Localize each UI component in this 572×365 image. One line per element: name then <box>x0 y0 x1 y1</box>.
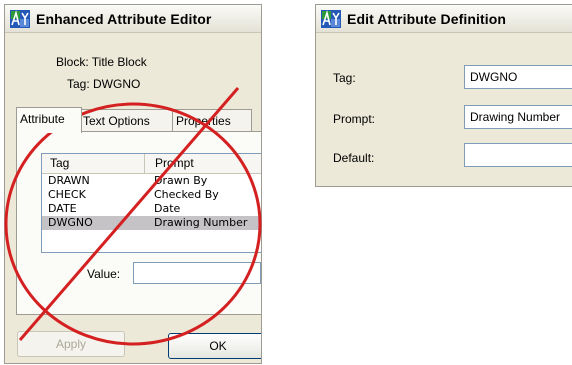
dialog-title: Enhanced Attribute Editor <box>36 10 212 27</box>
title-bar[interactable]: Edit Attribute Definition <box>316 5 572 33</box>
dialog-title: Edit Attribute Definition <box>347 10 507 27</box>
value-label: Value: <box>87 267 121 281</box>
row-tag: DRAWN <box>48 174 90 187</box>
tab-properties[interactable]: Properties <box>172 109 252 132</box>
title-bar[interactable]: Enhanced Attribute Editor <box>5 5 261 33</box>
value-input[interactable] <box>133 262 261 284</box>
edit-attribute-definition-dialog: Edit Attribute Definition Tag: DWGNO Pro… <box>315 4 572 187</box>
attribute-definition-icon <box>321 9 341 28</box>
attribute-list[interactable]: Tag Prompt DRAWN Drawn By CHECK Checked … <box>41 153 261 253</box>
list-item-selected[interactable]: DWGNO Drawing Number <box>42 216 261 230</box>
tab-attribute-label: Attribute <box>20 112 65 126</box>
prompt-label: Prompt: <box>333 112 376 126</box>
tab-text-options-label: Text Options <box>83 114 150 128</box>
list-item[interactable]: CHECK Checked By <box>42 188 261 202</box>
row-tag: DWGNO <box>48 216 93 229</box>
default-label: Default: <box>333 151 375 165</box>
column-header-prompt[interactable]: Prompt <box>145 154 194 173</box>
apply-button[interactable]: Apply <box>17 331 125 357</box>
row-prompt: Drawing Number <box>154 216 248 229</box>
attribute-editor-icon <box>10 9 30 28</box>
tag-field[interactable]: DWGNO <box>464 65 572 89</box>
default-field[interactable] <box>464 143 572 167</box>
tag-name-label: Tag: DWGNO <box>67 77 141 91</box>
list-item[interactable]: DRAWN Drawn By <box>42 174 261 188</box>
tab-properties-label: Properties <box>176 114 231 128</box>
row-prompt: Drawn By <box>154 174 208 187</box>
row-prompt: Checked By <box>154 188 219 201</box>
row-tag: CHECK <box>48 188 86 201</box>
block-name-label: Block: Title Block <box>56 55 147 69</box>
tab-attribute[interactable]: Attribute <box>16 107 82 133</box>
list-header: Tag Prompt <box>42 154 261 174</box>
tab-text-options[interactable]: Text Options <box>79 109 176 132</box>
row-prompt: Date <box>154 202 181 215</box>
list-item[interactable]: DATE Date <box>42 202 261 216</box>
tag-label: Tag: <box>333 71 356 85</box>
enhanced-attribute-editor-dialog: Enhanced Attribute Editor Block: Title B… <box>4 4 262 364</box>
prompt-field[interactable]: Drawing Number <box>464 105 572 129</box>
column-header-tag[interactable]: Tag <box>42 154 145 173</box>
ok-button[interactable]: OK <box>168 333 261 359</box>
row-tag: DATE <box>48 202 77 215</box>
